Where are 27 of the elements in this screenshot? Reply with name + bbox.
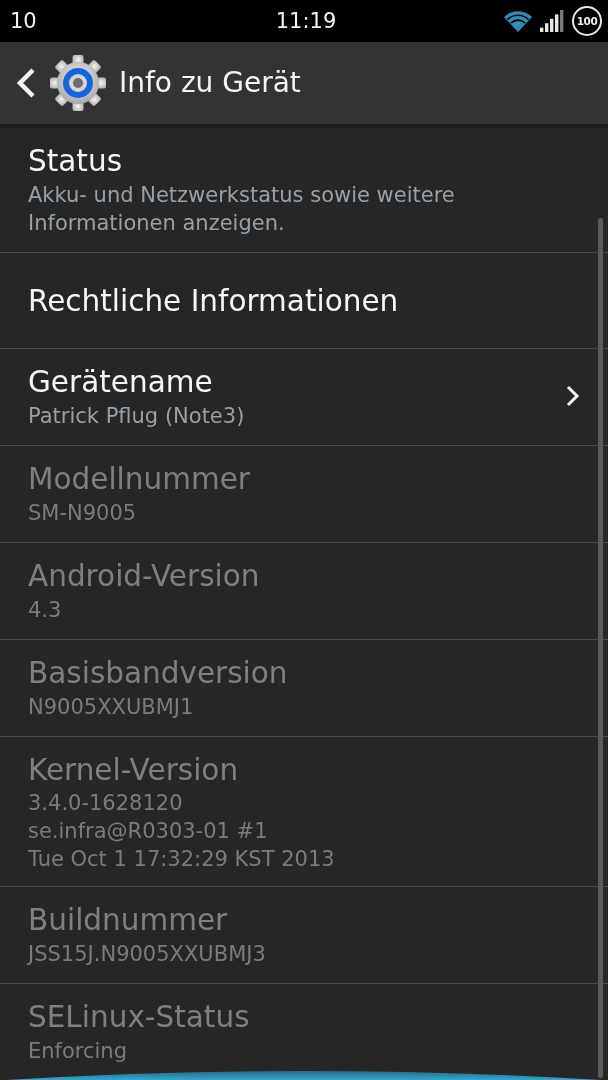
setting-title[interactable]: Gerätename <box>28 362 566 402</box>
setting-summary: 3.4.0-1628120 se.infra@R0303-01 #1 Tue Oct 1 17:32:29 KST 2013 <box>28 790 336 873</box>
setting-summary: SM-N9005 <box>28 500 138 527</box>
setting-title: Modellnummer <box>28 461 251 498</box>
setting-title: Buildnummer <box>28 902 229 939</box>
notification-count: 10 <box>10 8 37 34</box>
battery-level: 100 <box>572 6 602 36</box>
setting-title[interactable]: Rechtliche Informationen <box>28 280 580 321</box>
clock-time: 11:19 <box>275 8 337 34</box>
screen-title: Info zu Gerät <box>119 65 301 101</box>
setting-title[interactable]: Status <box>28 141 580 181</box>
back-icon <box>16 68 36 98</box>
setting-summary: Akku- und Netzwerkstatus sowie weitere Informationen anzeigen. <box>28 182 456 237</box>
setting-title: Kernel-Version <box>28 752 240 789</box>
setting-title: Android-Version <box>28 558 261 595</box>
setting-title: SELinux-Status <box>28 999 251 1036</box>
back-button[interactable] <box>16 55 106 111</box>
setting-summary: N9005XXUBMJ1 <box>28 694 195 721</box>
setting-title: Basisbandversion <box>28 655 289 692</box>
setting-summary: 4.3 <box>28 597 63 624</box>
chevron-right-icon <box>566 385 580 407</box>
setting-summary: Patrick Pflug (Note3) <box>28 403 246 430</box>
signal-icon <box>540 10 564 32</box>
setting-summary: Enforcing <box>28 1038 128 1065</box>
gear-icon <box>50 55 106 111</box>
wifi-icon <box>504 10 532 32</box>
setting-summary: JSS15J.N9005XXUBMJ3 <box>28 941 267 968</box>
